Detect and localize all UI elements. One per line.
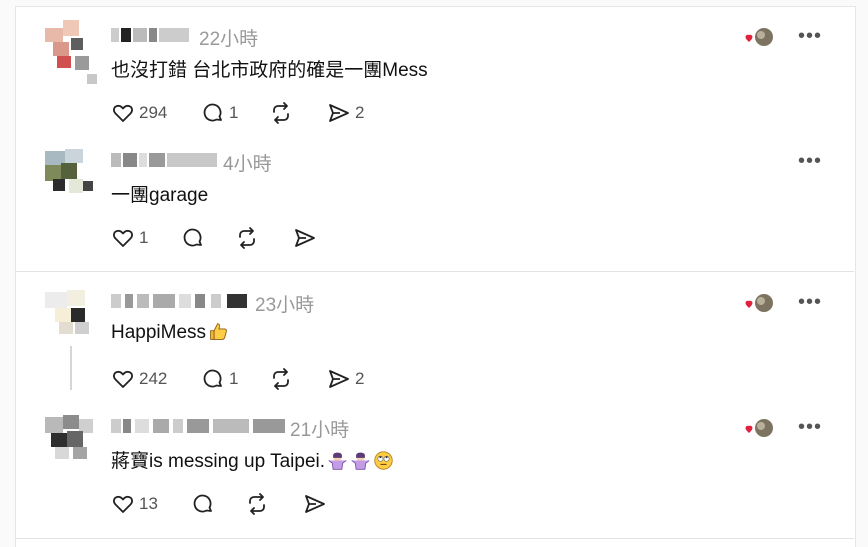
repost-button[interactable]	[269, 366, 293, 392]
reaction-avatar-icon[interactable]	[742, 292, 776, 314]
reaction-avatar-icon[interactable]	[742, 417, 776, 439]
comment-text: 一團garage	[111, 185, 209, 206]
like-button[interactable]: 13	[111, 491, 158, 517]
repost-button[interactable]	[235, 225, 259, 251]
repost-button[interactable]	[269, 100, 293, 126]
like-button[interactable]: 242	[111, 366, 167, 392]
avatar[interactable]	[45, 20, 97, 84]
like-button[interactable]: 1	[111, 225, 148, 251]
reply-count: 1	[229, 369, 239, 388]
comment-icon	[183, 228, 202, 247]
reply-button[interactable]	[191, 491, 215, 517]
comment-1: 22小時 也沒打錯 台北市政府的確是一團Mess ••• 294 1 2	[15, 6, 854, 131]
more-options-icon[interactable]: •••	[798, 150, 822, 173]
share-icon	[329, 370, 349, 388]
share-count: 2	[355, 369, 365, 388]
like-count: 294	[139, 103, 168, 122]
username-blurred[interactable]	[111, 294, 251, 308]
share-count: 2	[355, 103, 365, 122]
share-icon	[305, 495, 325, 513]
username-blurred[interactable]	[111, 419, 289, 433]
repost-icon	[239, 227, 255, 249]
timestamp[interactable]: 22小時	[199, 24, 258, 51]
like-count: 242	[139, 369, 168, 388]
share-button[interactable]	[293, 225, 317, 251]
like-button[interactable]: 294	[111, 100, 167, 126]
reaction-avatar-icon[interactable]	[742, 26, 776, 48]
repost-icon	[273, 102, 289, 124]
timestamp[interactable]: 23小時	[255, 290, 314, 317]
timestamp[interactable]: 21小時	[290, 415, 349, 442]
comment-icon	[203, 103, 222, 122]
comment-icon	[193, 494, 212, 513]
share-button[interactable]	[303, 491, 327, 517]
like-count: 13	[139, 494, 158, 513]
share-icon	[329, 104, 349, 122]
shrug-emoji-icon	[328, 452, 347, 470]
thumbs-up-emoji-icon	[210, 323, 227, 340]
heart-icon	[113, 495, 133, 513]
more-options-icon[interactable]: •••	[798, 25, 822, 48]
heart-icon	[113, 104, 133, 122]
avatar[interactable]	[45, 145, 97, 197]
comment-2: 4小時 一團garage ••• 1	[15, 131, 854, 256]
more-options-icon[interactable]: •••	[798, 291, 822, 314]
comment-text: 也沒打錯 台北市政府的確是一團Mess	[111, 60, 428, 81]
divider	[15, 538, 854, 539]
comment-icon	[203, 369, 222, 388]
shrug-emoji-icon	[351, 452, 370, 470]
avatar[interactable]	[45, 411, 97, 463]
repost-button[interactable]	[245, 491, 269, 517]
share-button[interactable]: 2	[327, 100, 364, 126]
more-options-icon[interactable]: •••	[798, 416, 822, 439]
reply-button[interactable]: 1	[201, 366, 238, 392]
reply-button[interactable]: 1	[201, 100, 238, 126]
username-blurred[interactable]	[111, 28, 191, 42]
username-blurred[interactable]	[111, 153, 219, 167]
comment-text: HappiMess	[111, 321, 229, 344]
thread-line	[70, 346, 72, 390]
reply-button[interactable]	[181, 225, 205, 251]
heart-icon	[113, 229, 133, 247]
share-button[interactable]: 2	[327, 366, 364, 392]
comment-4: 21小時 蔣寶is messing up Taipei. ••• 13	[15, 397, 854, 522]
share-icon	[295, 229, 315, 247]
avatar[interactable]	[45, 286, 97, 338]
like-count: 1	[139, 228, 149, 247]
comment-3: 23小時 HappiMess ••• 242 1 2	[15, 272, 854, 397]
repost-icon	[249, 493, 265, 515]
reply-count: 1	[229, 103, 239, 122]
eye-roll-emoji-icon	[374, 451, 393, 470]
timestamp[interactable]: 4小時	[223, 149, 272, 176]
comment-text: 蔣寶is messing up Taipei.	[111, 446, 394, 473]
repost-icon	[273, 368, 289, 390]
heart-icon	[113, 370, 133, 388]
